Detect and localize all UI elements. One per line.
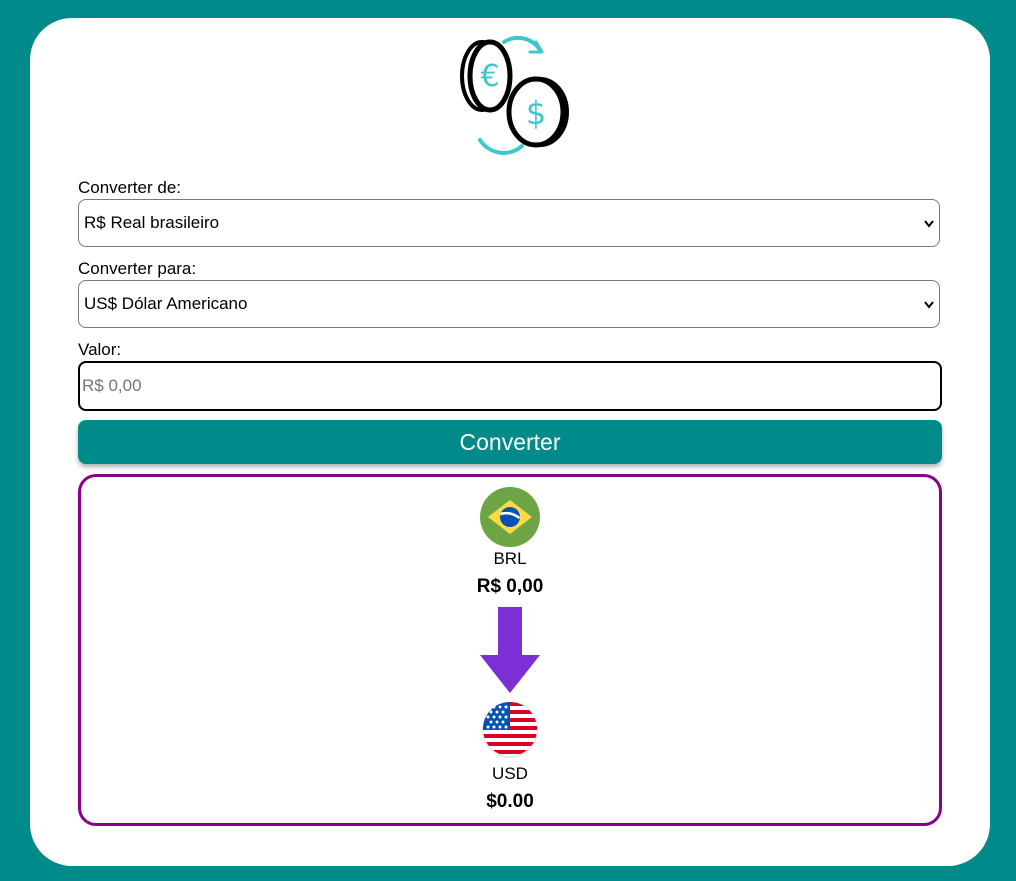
usa-flag-icon — [482, 702, 538, 758]
conversion-result-panel: BRL R$ 0,00 USD $0.00 — [78, 474, 942, 826]
svg-text:€: € — [480, 59, 499, 94]
to-currency-value: US$ Dólar Americano — [84, 294, 248, 313]
to-amount: $0.00 — [486, 791, 534, 812]
to-label: Converter para: — [78, 259, 197, 278]
to-currency-select[interactable]: US$ Dólar Americano — [78, 280, 940, 328]
svg-text:$: $ — [526, 94, 546, 132]
value-input[interactable] — [78, 361, 942, 411]
from-currency-select[interactable]: R$ Real brasileiro — [78, 199, 940, 247]
from-currency-value: R$ Real brasileiro — [84, 213, 220, 232]
from-currency-code: BRL — [493, 549, 527, 568]
to-currency-code: USD — [492, 764, 528, 783]
currency-exchange-icon: € $ — [460, 35, 569, 155]
arrow-down-icon — [480, 607, 540, 693]
from-amount: R$ 0,00 — [476, 576, 544, 597]
from-label: Converter de: — [78, 178, 181, 197]
chevron-down-icon — [924, 301, 934, 309]
chevron-down-icon — [924, 220, 934, 228]
converter-card: € $ Converter de: R$ Real brasileiro Con… — [30, 18, 990, 866]
convert-button[interactable]: Converter — [78, 420, 942, 464]
brazil-flag-icon — [480, 487, 540, 547]
value-label: Valor: — [78, 340, 122, 359]
